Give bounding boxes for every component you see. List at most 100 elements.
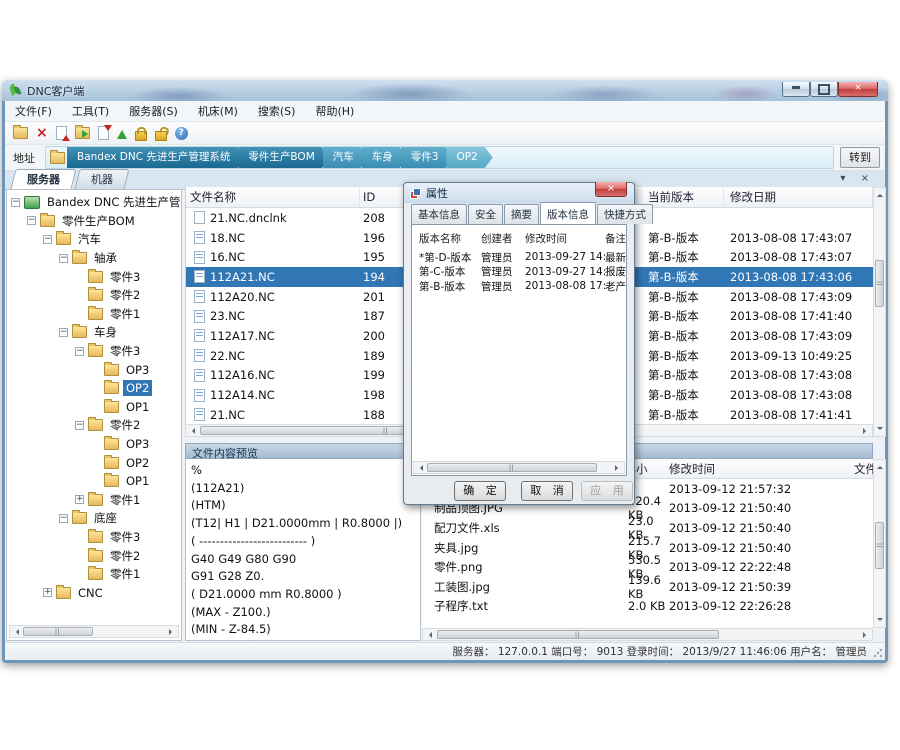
scroll-right-icon[interactable] xyxy=(615,465,621,471)
scroll-thumb[interactable] xyxy=(437,630,719,639)
tab-version-info[interactable]: 版本信息 xyxy=(540,202,596,224)
download-file-button[interactable] xyxy=(98,126,109,140)
scroll-down-icon[interactable] xyxy=(877,618,883,624)
expand-icon[interactable] xyxy=(43,588,52,597)
breadcrumb-op2[interactable]: OP2 xyxy=(446,147,492,168)
unlock-button[interactable] xyxy=(155,131,167,141)
scroll-left-icon[interactable] xyxy=(13,629,19,635)
close-button[interactable]: × xyxy=(838,82,878,97)
scroll-thumb[interactable] xyxy=(875,260,884,307)
col-remark[interactable]: 备注 xyxy=(605,231,626,246)
breadcrumb-root[interactable]: Bandex DNC 先进生产管理系统 xyxy=(67,147,245,168)
tab-security[interactable]: 安全 xyxy=(468,204,503,224)
version-list-hscrollbar[interactable] xyxy=(413,461,625,474)
version-row[interactable]: 第-B-版本管理员2013-08-08 17:...老产品程序 xyxy=(412,279,626,294)
tree-item[interactable]: 汽车 xyxy=(7,230,181,249)
collapse-icon[interactable] xyxy=(11,198,20,207)
scroll-right-icon[interactable] xyxy=(863,428,869,434)
tree-item[interactable]: OP3 xyxy=(7,435,181,454)
scroll-right-icon[interactable] xyxy=(169,629,175,635)
scroll-up-icon[interactable] xyxy=(877,191,883,197)
tree-item[interactable]: 零件3 xyxy=(7,267,181,286)
collapse-icon[interactable] xyxy=(59,514,68,523)
menu-file[interactable]: 文件(F) xyxy=(5,103,62,119)
tree-item-selected[interactable]: OP2 xyxy=(7,379,181,398)
col-attach-modified[interactable]: 修改时间 xyxy=(669,461,854,477)
attachment-row[interactable]: 工装图.jpg139.6 KB2013-09-12 21:50:39 xyxy=(422,577,873,597)
go-button[interactable]: 转到 xyxy=(840,147,880,168)
upload-button[interactable] xyxy=(117,125,127,139)
tree-item[interactable]: CNC xyxy=(7,583,181,602)
tree-item[interactable]: 零件生产BOM xyxy=(7,212,181,231)
tree-item[interactable]: 车身 xyxy=(7,323,181,342)
collapse-icon[interactable] xyxy=(43,235,52,244)
scroll-thumb[interactable] xyxy=(875,522,884,569)
tree-item[interactable]: 轴承 xyxy=(7,249,181,268)
scroll-right-icon[interactable] xyxy=(863,632,869,638)
attachment-vscrollbar[interactable] xyxy=(873,459,886,628)
lock-button[interactable] xyxy=(135,131,147,141)
file-list-vscrollbar[interactable] xyxy=(873,187,886,437)
tree-item[interactable]: 零件2 xyxy=(7,546,181,565)
attachment-row[interactable]: 子程序.txt2.0 KB2013-09-12 22:26:28 xyxy=(422,597,873,617)
tab-summary[interactable]: 摘要 xyxy=(504,204,539,224)
tree-item[interactable]: 零件3 xyxy=(7,528,181,547)
col-file-name[interactable]: 文件名称 xyxy=(186,187,360,207)
scroll-up-icon[interactable] xyxy=(877,463,883,469)
help-button[interactable]: ? xyxy=(175,127,188,140)
tree-item[interactable]: 零件1 xyxy=(7,491,181,510)
scroll-thumb[interactable] xyxy=(427,463,597,472)
tree-item[interactable]: 零件1 xyxy=(7,565,181,584)
col-modified-time[interactable]: 修改时间 xyxy=(525,231,605,246)
checkin-folder-button[interactable] xyxy=(75,127,90,139)
collapse-icon[interactable] xyxy=(27,216,36,225)
breadcrumb-part3[interactable]: 零件3 xyxy=(401,147,454,168)
col-creator[interactable]: 创建者 xyxy=(481,231,525,246)
new-folder-button[interactable] xyxy=(13,127,28,139)
collapse-icon[interactable] xyxy=(59,328,68,337)
tree-item[interactable]: 零件2 xyxy=(7,286,181,305)
tree-item[interactable]: Bandex DNC 先进生产管理系统 xyxy=(7,193,181,212)
tree-item[interactable]: 零件2 xyxy=(7,416,181,435)
scroll-down-icon[interactable] xyxy=(877,427,883,433)
tab-machine[interactable]: 机器 xyxy=(75,169,130,189)
menu-machine[interactable]: 机床(M) xyxy=(188,103,248,119)
tree-item[interactable]: OP2 xyxy=(7,453,181,472)
tree-hscrollbar[interactable] xyxy=(9,625,179,638)
version-row[interactable]: 第-C-版本管理员2013-09-27 14:...报废 xyxy=(412,265,626,280)
tree-item[interactable]: OP1 xyxy=(7,472,181,491)
tree-item[interactable]: OP1 xyxy=(7,398,181,417)
collapse-icon[interactable] xyxy=(75,421,84,430)
upload-file-button[interactable] xyxy=(56,126,67,140)
attachment-hscrollbar[interactable] xyxy=(422,628,873,641)
col-version-name[interactable]: 版本名称 xyxy=(412,231,481,246)
scroll-left-icon[interactable] xyxy=(426,632,432,638)
breadcrumb-bom[interactable]: 零件生产BOM xyxy=(238,147,329,168)
title-bar[interactable]: DNC客户端 xyxy=(2,80,888,101)
tree-item[interactable]: 底座 xyxy=(7,509,181,528)
tab-server[interactable]: 服务器 xyxy=(11,169,77,189)
scroll-thumb[interactable] xyxy=(23,627,93,636)
tree-item[interactable]: 零件1 xyxy=(7,305,181,324)
col-current-version[interactable]: 当前版本 xyxy=(642,187,724,207)
col-attach-file[interactable]: 文件(& xyxy=(854,461,873,477)
preview-content[interactable]: % (112A21) (HTM) (T12| H1 | D21.0000mm |… xyxy=(185,459,421,641)
collapse-icon[interactable] xyxy=(59,254,68,263)
scroll-left-icon[interactable] xyxy=(417,465,423,471)
tab-basic-info[interactable]: 基本信息 xyxy=(411,204,467,224)
tree-item[interactable]: 零件3 xyxy=(7,342,181,361)
minimize-button[interactable] xyxy=(782,82,810,97)
menu-server[interactable]: 服务器(S) xyxy=(119,103,188,119)
collapse-icon[interactable] xyxy=(75,347,84,356)
menu-tools[interactable]: 工具(T) xyxy=(62,103,119,119)
delete-button[interactable]: × xyxy=(36,126,48,140)
ok-button[interactable]: 确 定 xyxy=(454,481,506,501)
panel-strip-controls[interactable]: ▾ × xyxy=(840,173,875,184)
menu-search[interactable]: 搜索(S) xyxy=(248,103,306,119)
tree-item[interactable]: OP3 xyxy=(7,360,181,379)
resize-grip[interactable] xyxy=(872,647,883,658)
version-row[interactable]: *第-D-版本管理员2013-09-27 14:...最新 xyxy=(412,250,626,265)
expand-icon[interactable] xyxy=(75,495,84,504)
tab-shortcut[interactable]: 快捷方式 xyxy=(597,204,653,224)
menu-help[interactable]: 帮助(H) xyxy=(305,103,364,119)
